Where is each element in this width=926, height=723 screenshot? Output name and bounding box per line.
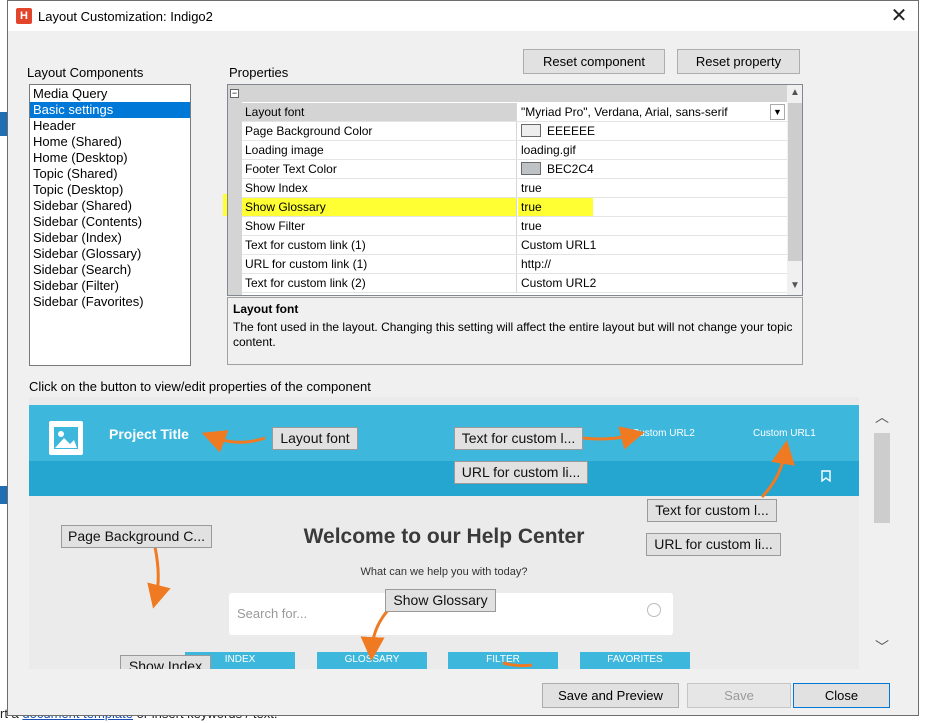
property-name: Show Index xyxy=(242,179,517,197)
property-grid-scrollbar[interactable]: ▲ ▼ xyxy=(787,85,802,295)
scroll-up-icon[interactable]: ︿ xyxy=(874,409,890,425)
scroll-down-icon[interactable]: ﹀ xyxy=(874,639,890,655)
show-index-callout[interactable]: Show Index xyxy=(120,655,211,669)
property-value[interactable]: BEC2C4 xyxy=(518,160,787,178)
layout-components-label: Layout Components xyxy=(27,65,144,80)
close-button[interactable]: Close xyxy=(793,683,890,708)
page-background-callout[interactable]: Page Background C... xyxy=(61,525,212,548)
property-value[interactable]: EEEEEE xyxy=(518,122,787,140)
property-grid[interactable]: − Layout font "Myriad Pro", Verdana, Ari… xyxy=(227,84,803,296)
list-item[interactable]: Sidebar (Index) xyxy=(30,230,190,246)
property-value[interactable]: "Myriad Pro", Verdana, Arial, sans-serif… xyxy=(518,103,787,121)
property-row-footer-text-color[interactable]: Footer Text Color BEC2C4 xyxy=(242,160,787,179)
list-item[interactable]: Sidebar (Contents) xyxy=(30,214,190,230)
text-custom-link-1-callout[interactable]: Text for custom l... xyxy=(454,427,583,450)
property-row-url-custom-link-1[interactable]: URL for custom link (1) http:// xyxy=(242,255,787,274)
save-button[interactable]: Save xyxy=(687,683,791,708)
property-value[interactable]: http:// xyxy=(518,255,787,273)
property-row-loading-image[interactable]: Loading image loading.gif xyxy=(242,141,787,160)
window-title: Layout Customization: Indigo2 xyxy=(38,9,213,24)
property-name: Footer Text Color xyxy=(242,160,517,178)
property-value[interactable]: Custom URL2 xyxy=(518,274,787,292)
description-title: Layout font xyxy=(233,302,299,316)
grid-margin xyxy=(228,85,242,295)
property-value[interactable]: loading.gif xyxy=(518,141,787,159)
url-custom-link-2-callout[interactable]: URL for custom li... xyxy=(646,533,781,556)
app-icon: H xyxy=(16,8,32,24)
collapse-toggle-icon[interactable]: − xyxy=(230,89,239,98)
reset-property-button[interactable]: Reset property xyxy=(677,49,800,74)
color-swatch xyxy=(521,124,541,137)
property-name: Show Glossary xyxy=(242,198,517,216)
property-name: Text for custom link (1) xyxy=(242,236,517,254)
list-item[interactable]: Sidebar (Favorites) xyxy=(30,294,190,310)
text-custom-link-2-callout[interactable]: Text for custom l... xyxy=(647,499,777,522)
property-value[interactable]: Custom URL1 xyxy=(518,236,787,254)
list-item[interactable]: Sidebar (Search) xyxy=(30,262,190,278)
dropdown-icon[interactable]: ▼ xyxy=(770,104,785,120)
list-item[interactable]: Home (Shared) xyxy=(30,134,190,150)
list-item[interactable]: Topic (Desktop) xyxy=(30,182,190,198)
preview-instruction: Click on the button to view/edit propert… xyxy=(29,379,371,394)
layout-preview: Project Title Custom URL2 Custom URL1 We… xyxy=(29,397,859,669)
scroll-thumb[interactable] xyxy=(788,103,802,261)
save-and-preview-button[interactable]: Save and Preview xyxy=(542,683,679,708)
list-item[interactable]: Header xyxy=(30,118,190,134)
property-row-layout-font[interactable]: Layout font "Myriad Pro", Verdana, Arial… xyxy=(242,103,787,122)
list-item-selected[interactable]: Basic settings xyxy=(30,102,190,118)
property-row-show-index[interactable]: Show Index true xyxy=(242,179,787,198)
property-name: Layout font xyxy=(242,103,517,121)
property-row-show-filter[interactable]: Show Filter true xyxy=(242,217,787,236)
property-name: URL for custom link (1) xyxy=(242,255,517,273)
property-name: Text for custom link (2) xyxy=(242,274,517,292)
property-name: Page Background Color xyxy=(242,122,517,140)
scroll-down-icon[interactable]: ▼ xyxy=(787,278,802,294)
property-name: Loading image xyxy=(242,141,517,159)
property-row-show-glossary[interactable]: Show Glossary true xyxy=(242,198,787,217)
property-row-page-background-color[interactable]: Page Background Color EEEEEE xyxy=(242,122,787,141)
list-item[interactable]: Media Query xyxy=(30,86,190,102)
title-bar: H Layout Customization: Indigo2 ✕ xyxy=(8,1,918,31)
reset-component-button[interactable]: Reset component xyxy=(523,49,665,74)
show-glossary-callout[interactable]: Show Glossary xyxy=(385,589,496,612)
category-row xyxy=(228,85,787,102)
property-value[interactable]: true xyxy=(518,198,787,216)
scroll-thumb[interactable] xyxy=(874,433,890,523)
preview-scrollbar[interactable]: ︿ ﹀ xyxy=(872,407,894,669)
components-list[interactable]: Media Query Basic settings Header Home (… xyxy=(29,84,191,366)
list-item[interactable]: Topic (Shared) xyxy=(30,166,190,182)
property-value[interactable]: true xyxy=(518,217,787,235)
list-item[interactable]: Home (Desktop) xyxy=(30,150,190,166)
property-value[interactable]: true xyxy=(518,179,787,197)
list-item[interactable]: Sidebar (Filter) xyxy=(30,278,190,294)
color-swatch xyxy=(521,162,541,175)
url-custom-link-1-callout[interactable]: URL for custom li... xyxy=(454,461,588,484)
property-row-text-custom-link-1[interactable]: Text for custom link (1) Custom URL1 xyxy=(242,236,787,255)
property-row-text-custom-link-2[interactable]: Text for custom link (2) Custom URL2 xyxy=(242,274,787,293)
description-panel: Layout font The font used in the layout.… xyxy=(227,297,803,365)
properties-label: Properties xyxy=(229,65,289,80)
description-body: The font used in the layout. Changing th… xyxy=(233,320,793,349)
close-icon[interactable]: ✕ xyxy=(886,3,912,29)
layout-font-callout[interactable]: Layout font xyxy=(272,427,358,450)
scroll-up-icon[interactable]: ▲ xyxy=(787,85,802,101)
list-item[interactable]: Sidebar (Shared) xyxy=(30,198,190,214)
list-item[interactable]: Sidebar (Glossary) xyxy=(30,246,190,262)
layout-customization-dialog: H Layout Customization: Indigo2 ✕ Reset … xyxy=(7,0,919,716)
property-name: Show Filter xyxy=(242,217,517,235)
